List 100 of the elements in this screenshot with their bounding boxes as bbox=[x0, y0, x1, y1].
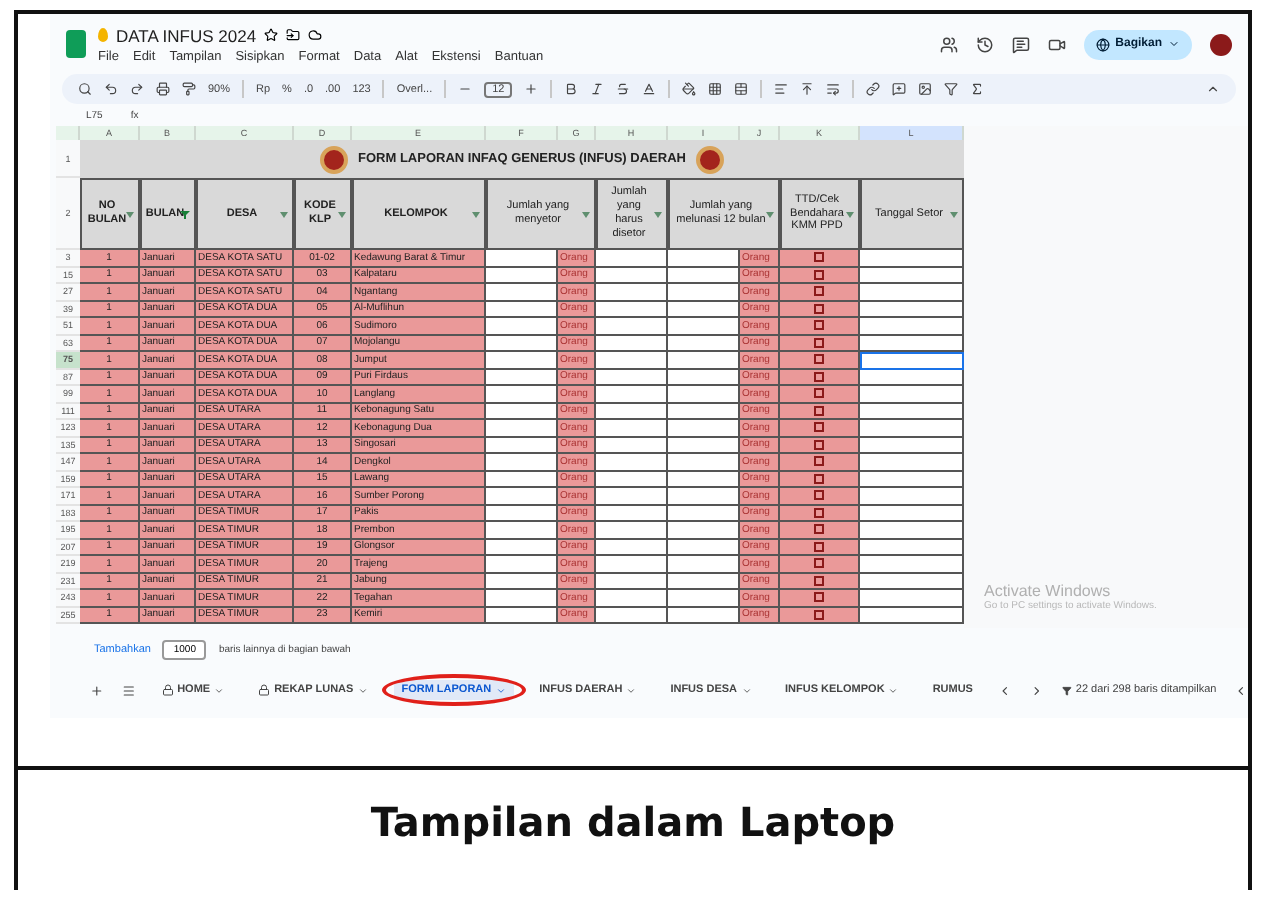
users-icon[interactable] bbox=[939, 35, 958, 53]
dropdown-icon[interactable] bbox=[766, 211, 774, 217]
cloud-icon[interactable] bbox=[308, 28, 323, 42]
dropdown-icon[interactable] bbox=[338, 211, 346, 217]
printer-icon[interactable] bbox=[156, 82, 170, 96]
table-cell bbox=[486, 420, 558, 437]
caret-icon[interactable] bbox=[1168, 38, 1180, 50]
table-cell bbox=[486, 318, 558, 335]
emblem-icon bbox=[320, 145, 349, 173]
checkbox[interactable] bbox=[814, 405, 824, 416]
checkbox[interactable] bbox=[814, 388, 824, 399]
checkbox[interactable] bbox=[814, 507, 824, 518]
caret-icon[interactable] bbox=[357, 685, 368, 695]
table-cell bbox=[596, 386, 668, 403]
table-cell bbox=[596, 284, 668, 301]
table-cell bbox=[486, 284, 558, 301]
filter-icon[interactable] bbox=[944, 82, 959, 96]
table-cell bbox=[668, 454, 740, 471]
text-color-icon[interactable] bbox=[642, 82, 657, 96]
activation-title: Activate Windows bbox=[984, 582, 1113, 600]
drop-icon bbox=[98, 28, 108, 42]
document-title[interactable]: DATA INFUS 2024 bbox=[116, 25, 257, 45]
checkbox[interactable] bbox=[814, 473, 824, 484]
comment-icon[interactable] bbox=[892, 82, 907, 96]
checkbox[interactable] bbox=[814, 541, 824, 552]
sigma-icon[interactable] bbox=[970, 82, 985, 96]
dropdown-icon[interactable] bbox=[280, 211, 288, 217]
table-cell bbox=[596, 556, 668, 573]
scroll-left-icon[interactable] bbox=[998, 683, 1013, 697]
menu-icon[interactable] bbox=[121, 683, 136, 697]
filter-icon[interactable] bbox=[180, 209, 190, 219]
checkbox[interactable] bbox=[814, 252, 824, 263]
dropdown-icon[interactable] bbox=[582, 211, 590, 217]
add-sheet-icon[interactable] bbox=[90, 683, 104, 697]
merge-icon[interactable] bbox=[734, 82, 749, 96]
checkbox[interactable] bbox=[814, 371, 824, 382]
video-icon[interactable] bbox=[1047, 35, 1066, 53]
avatar[interactable] bbox=[1210, 33, 1232, 55]
checkbox[interactable] bbox=[814, 609, 824, 620]
checkbox[interactable] bbox=[814, 558, 824, 569]
dropdown-icon[interactable] bbox=[654, 211, 662, 217]
checkbox[interactable] bbox=[814, 439, 824, 450]
caret-icon[interactable] bbox=[741, 685, 751, 695]
bold-icon[interactable] bbox=[564, 82, 579, 96]
table-cell bbox=[596, 352, 668, 369]
vertical-align-icon[interactable] bbox=[800, 82, 815, 96]
table-cell bbox=[668, 522, 740, 539]
checkbox[interactable] bbox=[814, 422, 824, 433]
collapse-icon[interactable] bbox=[1206, 82, 1220, 96]
checkbox[interactable] bbox=[814, 575, 824, 586]
borders-icon[interactable] bbox=[708, 82, 723, 96]
align-icon[interactable] bbox=[774, 82, 789, 96]
strikethrough-icon[interactable] bbox=[616, 82, 631, 96]
checkbox[interactable] bbox=[814, 592, 824, 603]
table-cell bbox=[486, 590, 558, 607]
checkbox[interactable] bbox=[814, 490, 824, 501]
checkbox[interactable] bbox=[814, 303, 824, 314]
history-icon[interactable] bbox=[975, 35, 994, 53]
comment-icon[interactable] bbox=[1011, 35, 1030, 53]
caret-icon[interactable] bbox=[214, 685, 225, 695]
filter-icon bbox=[1062, 685, 1072, 695]
caret-icon[interactable] bbox=[495, 685, 506, 695]
caret-icon[interactable] bbox=[626, 685, 637, 695]
caret-icon[interactable] bbox=[888, 685, 899, 695]
dropdown-icon[interactable] bbox=[950, 211, 958, 217]
search-icon[interactable] bbox=[78, 82, 92, 96]
checkbox[interactable] bbox=[814, 524, 824, 535]
table-cell bbox=[486, 386, 558, 403]
star-icon[interactable] bbox=[264, 28, 279, 42]
table-cell bbox=[668, 556, 740, 573]
table-cell bbox=[596, 522, 668, 539]
table-cell bbox=[596, 318, 668, 335]
table-cell bbox=[596, 488, 668, 505]
plus-icon[interactable] bbox=[524, 82, 539, 96]
fill-color-icon[interactable] bbox=[682, 82, 697, 96]
checkbox[interactable] bbox=[814, 337, 824, 348]
checkbox[interactable] bbox=[814, 354, 824, 365]
table-cell bbox=[486, 522, 558, 539]
undo-icon[interactable] bbox=[104, 82, 118, 96]
table-cell bbox=[596, 590, 668, 607]
table-cell bbox=[486, 454, 558, 471]
dropdown-icon[interactable] bbox=[472, 211, 480, 217]
checkbox[interactable] bbox=[814, 456, 824, 467]
side-panel-icon[interactable] bbox=[1234, 683, 1248, 697]
table-cell bbox=[486, 250, 558, 267]
paint-roller-icon[interactable] bbox=[182, 82, 196, 96]
dropdown-icon[interactable] bbox=[846, 211, 854, 217]
scroll-right-icon[interactable] bbox=[1030, 683, 1045, 697]
italic-icon[interactable] bbox=[590, 82, 605, 96]
checkbox[interactable] bbox=[814, 286, 824, 297]
link-icon[interactable] bbox=[866, 82, 881, 96]
checkbox[interactable] bbox=[814, 269, 824, 280]
dropdown-icon[interactable] bbox=[126, 211, 134, 217]
redo-icon[interactable] bbox=[130, 82, 144, 96]
wrap-icon[interactable] bbox=[826, 82, 841, 96]
minus-icon[interactable] bbox=[458, 82, 473, 96]
folder-icon[interactable] bbox=[286, 28, 301, 42]
image-icon[interactable] bbox=[918, 82, 933, 96]
checkbox[interactable] bbox=[814, 320, 824, 331]
table-cell bbox=[486, 352, 558, 369]
